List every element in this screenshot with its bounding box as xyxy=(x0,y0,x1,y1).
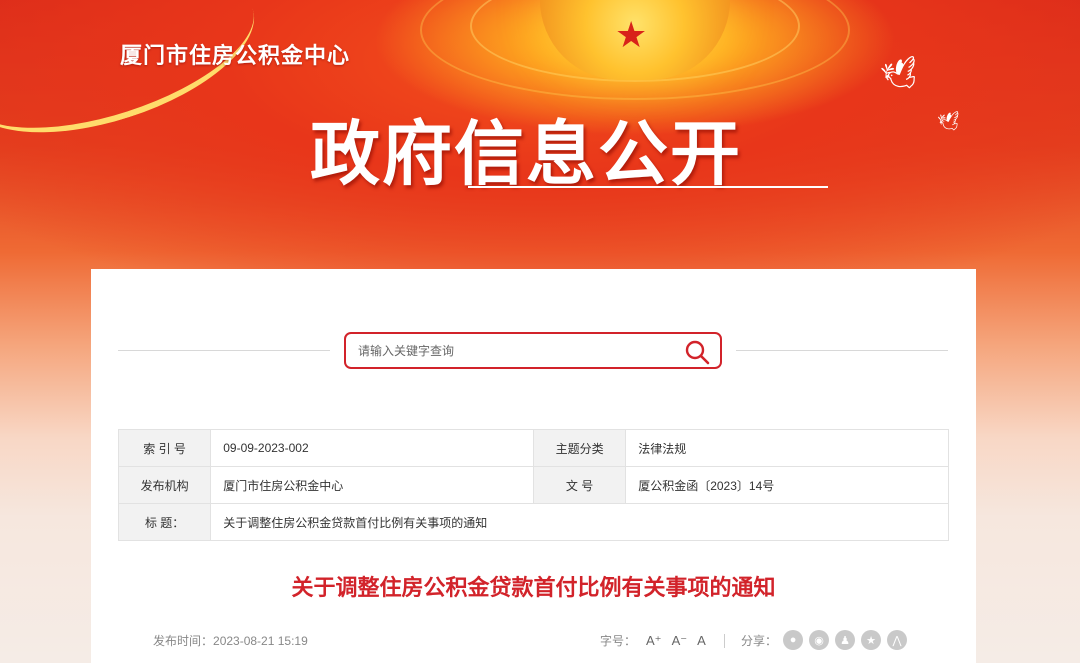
share-label: 分享： xyxy=(741,633,778,648)
title-label: 标 题： xyxy=(117,503,212,541)
topic-label: 主题分类 xyxy=(532,429,627,467)
index-value: 09-09-2023-002 xyxy=(210,429,534,467)
qq-icon[interactable]: ♟ xyxy=(835,630,856,650)
douban-icon[interactable]: ⋀ xyxy=(887,630,908,650)
topic-value: 法律法规 xyxy=(625,429,949,467)
dove-icon-small: 🕊 xyxy=(936,110,963,135)
font-medium-button[interactable]: A⁻ xyxy=(672,633,688,649)
font-large-button[interactable]: A⁺ xyxy=(646,633,662,649)
title-underline xyxy=(468,186,828,188)
wechat-icon[interactable]: ● xyxy=(783,630,804,650)
publish-label: 发布时间： xyxy=(153,634,214,648)
toolbar-divider xyxy=(723,633,725,648)
docno-label: 文 号 xyxy=(532,466,627,504)
divider-right xyxy=(736,350,948,351)
font-size-controls: 字号： A⁺ A⁻ A xyxy=(600,632,725,649)
search-input[interactable] xyxy=(358,342,678,360)
table-row: 发布机构 厦门市住房公积金中心 文 号 厦公积金函〔2023〕14号 xyxy=(117,466,949,504)
table-row: 标 题： 关于调整住房公积金贷款首付比例有关事项的通知 xyxy=(117,503,949,541)
document-meta-table: 索 引 号 09-09-2023-002 主题分类 法律法规 发布机构 厦门市住… xyxy=(117,429,949,541)
qzone-icon[interactable]: ★ xyxy=(861,630,882,650)
divider-left xyxy=(118,350,330,351)
org-title[interactable]: 厦门市住房公积金中心 xyxy=(120,38,350,70)
search-icon[interactable] xyxy=(684,339,710,365)
table-row: 索 引 号 09-09-2023-002 主题分类 法律法规 xyxy=(117,429,949,467)
star-icon: ★ xyxy=(615,15,648,56)
weibo-icon[interactable]: ◉ xyxy=(809,630,830,650)
font-size-label: 字号： xyxy=(600,634,637,648)
share-controls: 分享： ● ◉ ♟ ★ ⋀ xyxy=(741,630,908,650)
issuer-value: 厦门市住房公积金中心 xyxy=(210,466,534,504)
title-value: 关于调整住房公积金贷款首付比例有关事项的通知 xyxy=(210,503,949,541)
document-title: 关于调整住房公积金贷款首付比例有关事项的通知 xyxy=(291,575,776,600)
page-title: 政府信息公开 xyxy=(310,115,742,193)
index-label: 索 引 号 xyxy=(117,429,212,467)
docno-value: 厦公积金函〔2023〕14号 xyxy=(625,466,949,504)
publish-info: 发布时间：2023-08-21 15:19 xyxy=(153,632,308,649)
publish-time: 2023-08-21 15:19 xyxy=(213,634,308,648)
search-box xyxy=(344,332,722,369)
issuer-label: 发布机构 xyxy=(117,466,212,504)
font-small-button[interactable]: A xyxy=(697,633,706,648)
